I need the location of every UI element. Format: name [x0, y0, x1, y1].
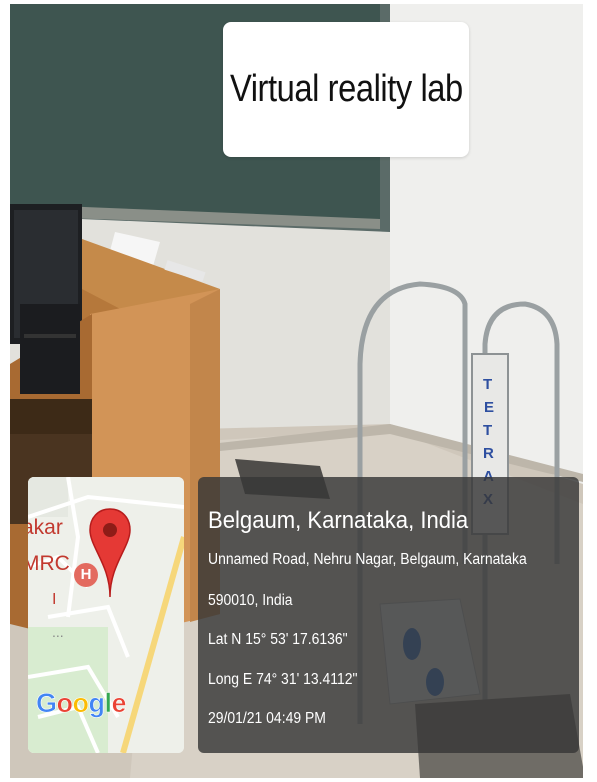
latitude: Lat N 15° 53' 17.6136" — [208, 631, 348, 648]
photo-frame: T E T R A X Virtual reality lab akar MRC — [0, 0, 597, 782]
address-line-2: 590010, India — [208, 592, 293, 609]
map-thumbnail[interactable]: akar MRC I ... H Google — [28, 477, 184, 753]
map-label: ... — [52, 624, 64, 640]
overlay-title: Virtual reality lab — [229, 68, 463, 110]
map-pin-icon — [89, 508, 131, 598]
device-letter: T — [483, 376, 493, 393]
location-title: Belgaum, Karnataka, India — [208, 507, 469, 534]
map-label: I — [52, 591, 57, 608]
device-letter: R — [483, 445, 494, 462]
google-logo: Google — [36, 688, 127, 719]
location-info-panel: Belgaum, Karnataka, India Unnamed Road, … — [198, 477, 579, 753]
title-overlay: Virtual reality lab — [223, 22, 469, 157]
device-letter: E — [484, 399, 495, 416]
address-line-1: Unnamed Road, Nehru Nagar, Belgaum, Karn… — [208, 551, 527, 568]
printer — [20, 304, 80, 394]
timestamp: 29/01/21 04:49 PM — [208, 710, 326, 727]
device-letter: T — [483, 422, 493, 439]
longitude: Long E 74° 31' 13.4112" — [208, 671, 358, 688]
map-label: akar — [28, 516, 63, 539]
map-label: MRC — [28, 552, 70, 575]
